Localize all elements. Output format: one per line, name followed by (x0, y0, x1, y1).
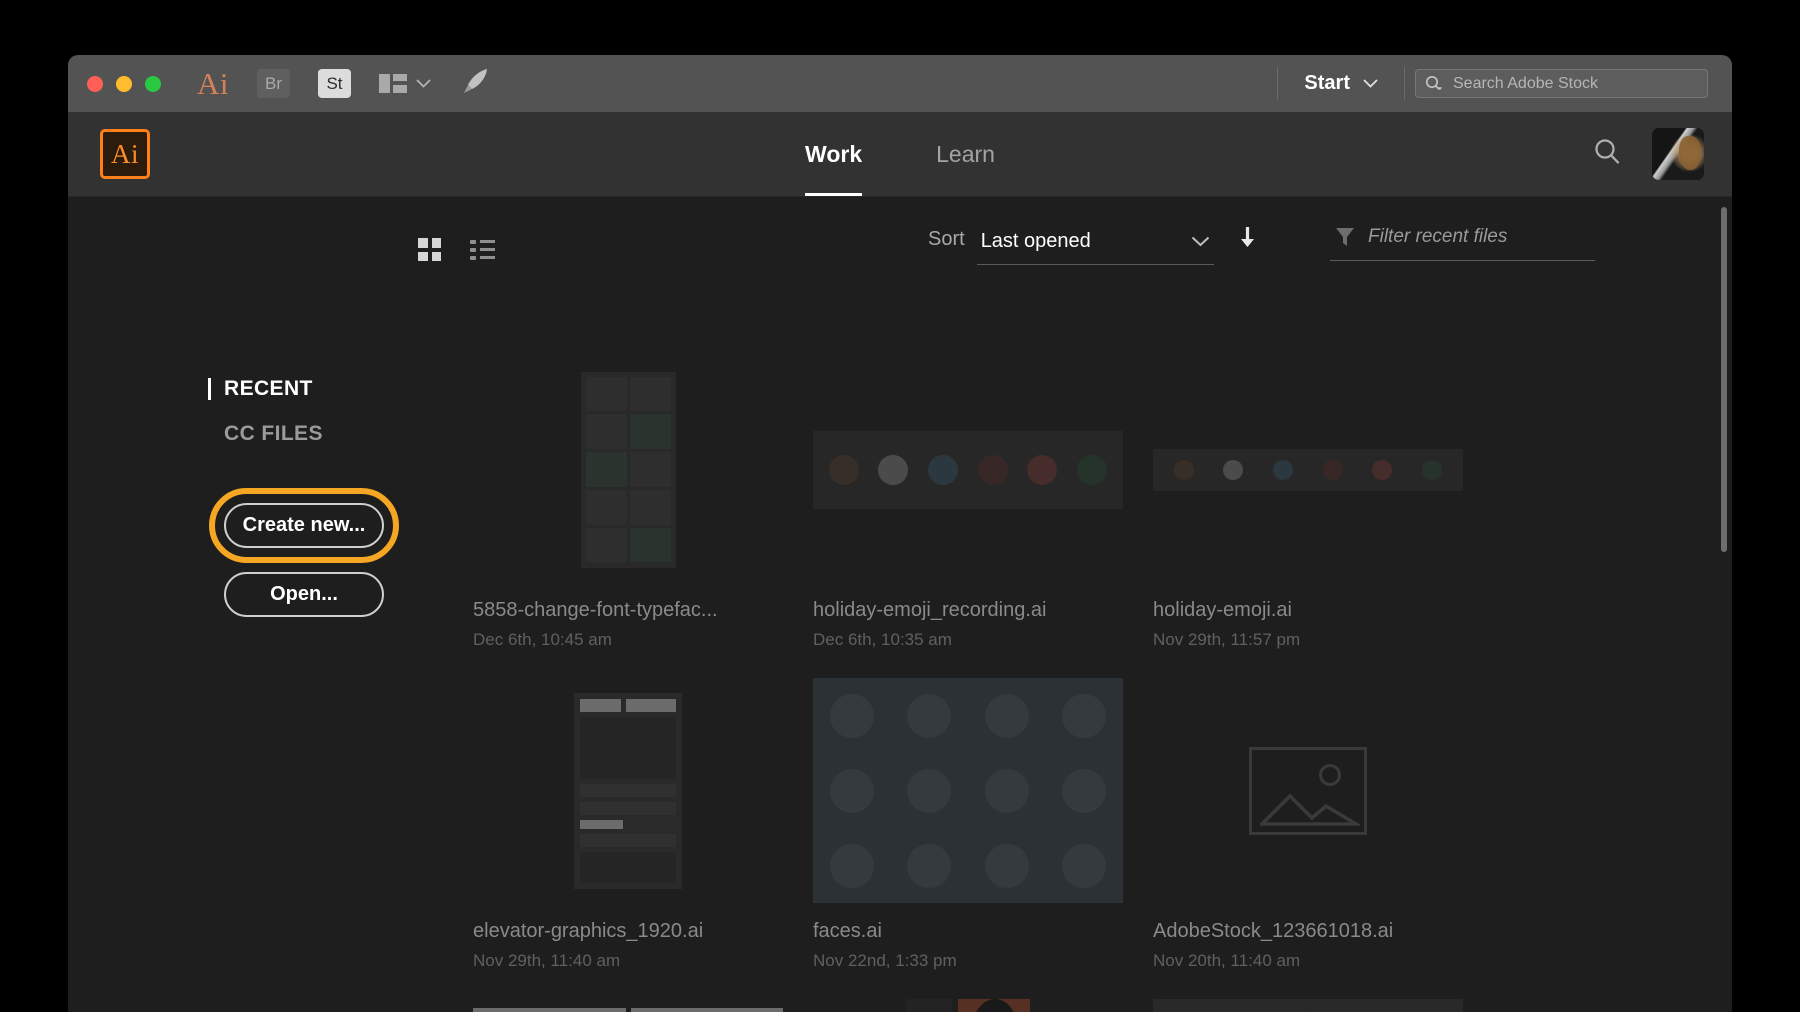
file-thumbnail (473, 678, 783, 903)
emoji-strip-short-art (1153, 449, 1463, 491)
arrow-down-icon[interactable] (1238, 225, 1257, 265)
window-controls (87, 76, 161, 92)
titlebar-right-group: Start Search Adobe Stock (1277, 55, 1732, 112)
divider (1404, 67, 1405, 100)
create-new-button[interactable]: Create new... (224, 503, 384, 548)
start-screen-content: Sort Last opened Fi (68, 197, 1732, 1012)
chevron-down-icon (1363, 79, 1378, 88)
file-row: 5858-change-font-typefac... Dec 6th, 10:… (473, 357, 1732, 650)
open-button[interactable]: Open... (224, 572, 384, 617)
chevron-down-icon (1191, 236, 1210, 247)
avatar-hair (1679, 136, 1701, 170)
file-thumbnail (473, 357, 783, 582)
tab-learn[interactable]: Learn (936, 112, 995, 196)
nav-bar: Ai Work Learn (68, 112, 1732, 197)
chevron-down-icon (416, 79, 431, 88)
filter-funnel-icon (1334, 225, 1356, 249)
title-bar: Ai Br St Start (68, 55, 1732, 112)
files-toolbar: Sort Last opened Fi (68, 225, 1732, 285)
faces-grid-art (813, 678, 1123, 903)
file-thumbnail (1153, 357, 1463, 582)
image-placeholder-icon (1249, 747, 1367, 835)
file-card[interactable]: LinNUMERO Owl headNUMERO (473, 999, 783, 1012)
file-name: elevator-graphics_1920.ai (473, 920, 783, 943)
sort-label: Sort (928, 228, 965, 265)
close-window-button[interactable] (87, 76, 103, 92)
workspace-switcher[interactable] (379, 74, 431, 93)
skeleton-art (906, 999, 952, 1012)
file-card[interactable]: elevator-graphics_1920.ai Nov 29th, 11:4… (473, 678, 783, 971)
scrollbar-thumb[interactable] (1721, 207, 1727, 552)
file-thumbnail (813, 678, 1123, 903)
grid-view-icon[interactable] (418, 238, 441, 261)
sidebar-actions: Create new... Open... (208, 503, 468, 617)
document-blocks-art (574, 693, 682, 889)
filter-recent-files-field[interactable]: Filter recent files (1330, 225, 1595, 261)
stock-button[interactable]: St (318, 69, 351, 98)
triangle-art (1153, 999, 1463, 1012)
file-card[interactable] (1153, 999, 1463, 1012)
sort-value: Last opened (981, 230, 1091, 253)
file-date: Nov 29th, 11:57 pm (1153, 630, 1463, 650)
profile-art (958, 999, 1030, 1012)
file-name: 5858-change-font-typefac... (473, 599, 783, 622)
numero-poster-art: LinNUMERO Owl headNUMERO (473, 999, 783, 1012)
file-name: AdobeStock_123661018.ai (1153, 920, 1463, 943)
sidebar: RECENT CC FILES Create new... Open... (208, 377, 468, 641)
start-label: Start (1304, 72, 1350, 95)
minimize-window-button[interactable] (116, 76, 132, 92)
file-card[interactable]: AdobeStock_123661018.ai Nov 20th, 11:40 … (1153, 678, 1463, 971)
file-card[interactable]: holiday-emoji_recording.ai Dec 6th, 10:3… (813, 357, 1123, 650)
recent-files-grid: 5858-change-font-typefac... Dec 6th, 10:… (473, 357, 1732, 1012)
file-thumbnail (813, 357, 1123, 582)
file-row: LinNUMERO Owl headNUMERO (473, 999, 1732, 1012)
bridge-button[interactable]: Br (257, 69, 290, 98)
file-row: elevator-graphics_1920.ai Nov 29th, 11:4… (473, 678, 1732, 971)
sort-dropdown[interactable]: Last opened (977, 230, 1214, 265)
filter-placeholder: Filter recent files (1368, 226, 1507, 248)
main-tabs: Work Learn (805, 112, 995, 196)
search-icon[interactable] (1592, 137, 1622, 172)
vertical-scrollbar[interactable] (1721, 207, 1727, 997)
file-thumbnail: LinNUMERO Owl headNUMERO (473, 999, 783, 1012)
file-name: faces.ai (813, 920, 1123, 943)
view-mode-group (418, 238, 495, 261)
search-dropdown-icon (1425, 75, 1444, 92)
app-name-label: Ai (197, 66, 229, 102)
illustrator-logo: Ai (100, 129, 150, 179)
file-date: Dec 6th, 10:45 am (473, 630, 783, 650)
file-thumbnail (1153, 999, 1463, 1012)
sort-group: Sort Last opened (928, 225, 1257, 265)
avatar[interactable] (1652, 128, 1704, 180)
document-columns-art (581, 372, 676, 568)
file-date: Nov 29th, 11:40 am (473, 951, 783, 971)
file-card[interactable] (813, 999, 1123, 1012)
file-card[interactable]: 5858-change-font-typefac... Dec 6th, 10:… (473, 357, 783, 650)
sidebar-item-cc-files[interactable]: CC FILES (208, 422, 468, 446)
illustrator-window: Ai Br St Start (68, 55, 1732, 1012)
file-card[interactable]: holiday-emoji.ai Nov 29th, 11:57 pm (1153, 357, 1463, 650)
start-workspace-menu[interactable]: Start (1278, 72, 1404, 95)
tab-work[interactable]: Work (805, 112, 862, 196)
rocket-icon[interactable] (461, 66, 491, 101)
file-date: Dec 6th, 10:35 am (813, 630, 1123, 650)
file-date: Nov 20th, 11:40 am (1153, 951, 1463, 971)
file-name: holiday-emoji.ai (1153, 599, 1463, 622)
list-view-icon[interactable] (470, 239, 495, 260)
file-card[interactable]: faces.ai Nov 22nd, 1:33 pm (813, 678, 1123, 971)
sidebar-item-recent[interactable]: RECENT (208, 377, 468, 401)
workspace-switcher-icon (379, 74, 407, 93)
file-thumbnail (813, 999, 1123, 1012)
file-name: holiday-emoji_recording.ai (813, 599, 1123, 622)
file-thumbnail (1153, 678, 1463, 903)
search-adobe-stock-field[interactable]: Search Adobe Stock (1415, 69, 1708, 98)
emoji-strip-art (813, 431, 1123, 509)
nav-right-group (1592, 128, 1704, 180)
maximize-window-button[interactable] (145, 76, 161, 92)
search-placeholder: Search Adobe Stock (1453, 75, 1598, 93)
file-date: Nov 22nd, 1:33 pm (813, 951, 1123, 971)
